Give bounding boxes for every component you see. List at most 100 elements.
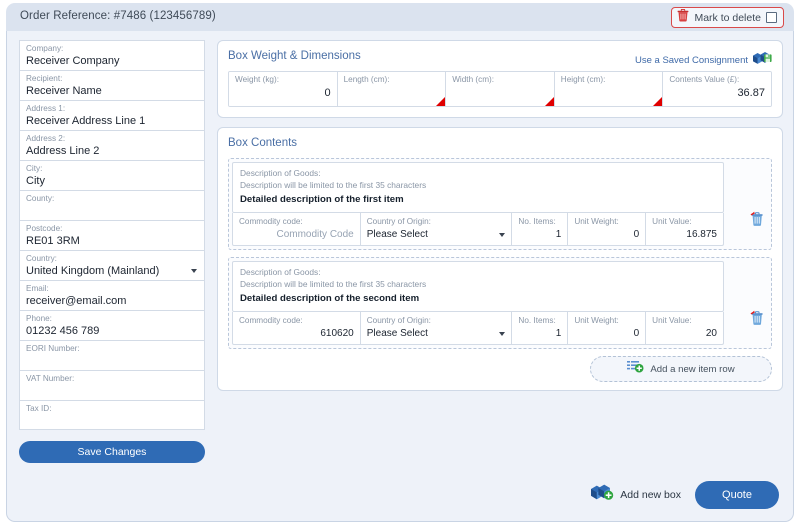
field-address-1[interactable]: Address 1: Receiver Address Line 1 — [19, 100, 205, 130]
panel-title: Box Contents — [228, 137, 298, 149]
no-items-field[interactable]: No. Items: 1 — [512, 213, 569, 245]
add-new-box-button[interactable]: Add new box — [590, 483, 681, 507]
quote-button[interactable]: Quote — [695, 481, 779, 509]
description-label: Description of Goods: — [240, 267, 321, 277]
field-label: City: — [26, 164, 43, 173]
width-field[interactable]: Width (cm): — [446, 72, 555, 106]
delete-item-row-button[interactable] — [750, 211, 765, 232]
country-of-origin-select[interactable]: Country of Origin: Please Select — [361, 312, 513, 344]
field-value: Receiver Company — [26, 55, 120, 67]
unit-value-field[interactable]: Unit Value: 20 — [646, 312, 723, 344]
validation-warning-icon — [544, 97, 554, 106]
field-eori-number[interactable]: EORI Number: — [19, 340, 205, 370]
field-value: 20 — [705, 328, 717, 339]
commodity-code-field[interactable]: Commodity code: 610620 — [233, 312, 361, 344]
description-value: Detailed description of the first item — [240, 194, 404, 205]
add-new-item-row-button[interactable]: Add a new item row — [590, 356, 772, 382]
length-field[interactable]: Length (cm): — [337, 72, 447, 106]
description-of-goods-field[interactable]: Description of Goods: Description will b… — [232, 162, 724, 213]
trash-icon — [677, 8, 689, 27]
unit-weight-field[interactable]: Unit Weight: 0 — [568, 213, 647, 245]
list-add-icon — [627, 360, 644, 378]
field-tax-id[interactable]: Tax ID: — [19, 400, 205, 430]
field-value: 01232 456 789 — [26, 325, 100, 337]
field-label: Email: — [26, 284, 49, 293]
saved-consignment-label: Use a Saved Consignment — [634, 54, 748, 66]
item-row: Description of Goods: Description will b… — [228, 158, 772, 250]
add-new-box-label: Add new box — [620, 489, 681, 501]
field-label: Weight (kg): — [235, 75, 279, 84]
description-label: Description of Goods: — [240, 168, 321, 178]
field-value: 610620 — [320, 328, 354, 339]
use-saved-consignment-link[interactable]: Use a Saved Consignment — [635, 51, 772, 69]
field-address-2[interactable]: Address 2: Address Line 2 — [19, 130, 205, 160]
field-postcode[interactable]: Postcode: RE01 3RM — [19, 220, 205, 250]
unit-weight-field[interactable]: Unit Weight: 0 — [568, 312, 647, 344]
field-label: Width (cm): — [452, 75, 495, 84]
item-attributes-row: Commodity code: 610620 Country of Origin… — [232, 312, 724, 345]
field-value: Receiver Name — [26, 85, 102, 97]
country-of-origin-select[interactable]: Country of Origin: Please Select — [361, 213, 513, 245]
description-value: Detailed description of the second item — [240, 293, 420, 304]
chevron-down-icon — [499, 233, 506, 237]
box-add-icon — [590, 483, 614, 507]
validation-warning-icon — [436, 97, 446, 106]
order-box-editor: Order Reference: #7486 (123456789) Mark … — [0, 0, 800, 525]
field-email[interactable]: Email: receiver@email.com — [19, 280, 205, 310]
field-value: United Kingdom (Mainland) — [26, 265, 160, 277]
field-label: Unit Value: — [652, 217, 692, 226]
commodity-code-field[interactable]: Commodity code: Commodity Code — [233, 213, 361, 245]
field-label: County: — [26, 194, 55, 203]
field-value: RE01 3RM — [26, 235, 80, 247]
field-label: Phone: — [26, 314, 52, 323]
save-changes-button[interactable]: Save Changes — [19, 441, 205, 463]
field-label: EORI Number: — [26, 344, 80, 353]
mark-to-delete-control[interactable]: Mark to delete — [671, 7, 784, 28]
field-country[interactable]: Country: United Kingdom (Mainland) — [19, 250, 205, 280]
field-label: Postcode: — [26, 224, 63, 233]
delete-item-row-button[interactable] — [750, 310, 765, 331]
field-phone[interactable]: Phone: 01232 456 789 — [19, 310, 205, 340]
field-value: Please Select — [366, 328, 428, 339]
field-value: Address Line 2 — [26, 145, 100, 157]
box-editor-column: Box Weight & Dimensions Use a Saved Cons… — [217, 40, 783, 391]
field-value: 16.875 — [686, 229, 717, 240]
field-value: 1 — [555, 229, 562, 240]
field-label: Country of Origin: — [366, 217, 431, 226]
field-label: Length (cm): — [343, 75, 390, 84]
dimensions-row: Weight (kg): 0 Length (cm): Width (cm): — [228, 71, 772, 107]
weight-field[interactable]: Weight (kg): 0 — [229, 72, 338, 106]
chevron-down-icon — [191, 269, 197, 273]
unit-value-field[interactable]: Unit Value: 16.875 — [646, 213, 723, 245]
field-label: Contents Value (£): — [669, 75, 740, 84]
order-reference-title: Order Reference: #7486 (123456789) — [20, 10, 216, 22]
field-value: City — [26, 175, 45, 187]
field-company[interactable]: Company: Receiver Company — [19, 40, 205, 70]
field-city[interactable]: City: City — [19, 160, 205, 190]
field-recipient[interactable]: Recipient: Receiver Name — [19, 70, 205, 100]
mark-to-delete-label: Mark to delete — [694, 11, 761, 24]
field-value: Please Select — [366, 229, 428, 240]
receiver-details-form: Company: Receiver Company Recipient: Rec… — [19, 40, 205, 463]
description-of-goods-field[interactable]: Description of Goods: Description will b… — [232, 261, 724, 312]
field-value: Commodity Code — [276, 229, 354, 240]
field-value: receiver@email.com — [26, 295, 127, 307]
order-header-bar: Order Reference: #7486 (123456789) Mark … — [6, 3, 794, 31]
mark-to-delete-checkbox[interactable] — [766, 12, 777, 23]
field-vat-number[interactable]: VAT Number: — [19, 370, 205, 400]
field-label: Tax ID: — [26, 404, 52, 413]
footer-actions: Add new box Quote — [590, 481, 779, 509]
height-field[interactable]: Height (cm): — [554, 72, 664, 106]
no-items-field[interactable]: No. Items: 1 — [512, 312, 569, 344]
field-value: 36.87 — [737, 87, 765, 99]
contents-value-field[interactable]: Contents Value (£): 36.87 — [663, 72, 771, 106]
field-label: Unit Value: — [652, 316, 692, 325]
field-county[interactable]: County: — [19, 190, 205, 220]
field-value: 0 — [324, 87, 331, 99]
box-contents-panel: Box Contents Description of Goods: Descr… — [217, 127, 783, 391]
chevron-down-icon — [499, 332, 506, 336]
field-label: No. Items: — [518, 217, 556, 226]
description-hint: Description will be limited to the first… — [240, 180, 427, 190]
item-row: Description of Goods: Description will b… — [228, 257, 772, 349]
field-value: 0 — [633, 229, 640, 240]
